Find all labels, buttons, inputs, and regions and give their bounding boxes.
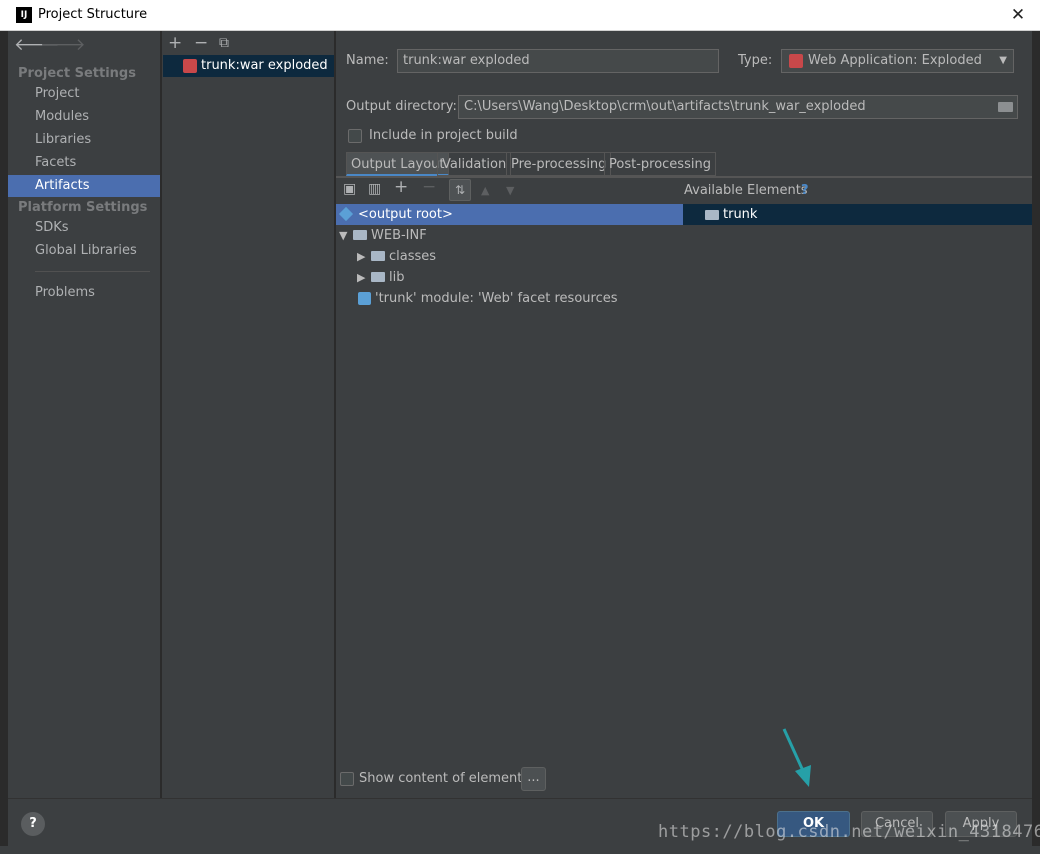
watermark-text: https://blog.csdn.net/weixin_43184769 (658, 822, 1040, 842)
output-directory-value: C:\Users\Wang\Desktop\crm\out\artifacts\… (464, 99, 866, 114)
background-editor-edge (0, 31, 8, 854)
sidebar-item-global-libraries[interactable]: Global Libraries (8, 240, 160, 262)
output-directory-label: Output directory: (346, 99, 457, 114)
artifact-details-panel: Name: trunk:war exploded Type: Web Appli… (336, 31, 1032, 798)
annotation-arrow-icon (782, 728, 811, 787)
web-app-type-icon (789, 54, 803, 68)
sidebar-item-facets[interactable]: Facets (8, 152, 160, 174)
type-select[interactable]: Web Application: Exploded ▼ (781, 49, 1014, 73)
include-in-build-checkbox[interactable] (348, 129, 362, 143)
tree-node-facet-resources-label: 'trunk' module: 'Web' facet resources (375, 291, 618, 306)
tree-node-web-inf[interactable]: ▼ WEB-INF (339, 225, 427, 246)
tab-post-processing[interactable]: Post-processing (604, 152, 716, 176)
background-status-strip (0, 846, 1040, 854)
sidebar-item-project[interactable]: Project (8, 83, 160, 105)
tree-node-output-root[interactable]: <output root> (336, 204, 683, 225)
show-content-label: Show content of elements (359, 771, 530, 786)
web-artifact-icon (183, 59, 197, 73)
output-directory-field[interactable]: C:\Users\Wang\Desktop\crm\out\artifacts\… (458, 95, 1018, 119)
type-label: Type: (738, 53, 773, 68)
name-field[interactable]: trunk:war exploded (397, 49, 719, 73)
show-content-options-button[interactable]: ... (521, 767, 546, 791)
expanded-triangle-icon: ▼ (339, 229, 348, 242)
tree-node-web-inf-label: WEB-INF (371, 228, 427, 243)
tree-node-classes[interactable]: ▶ classes (357, 246, 436, 267)
intellij-logo-icon: IJ (16, 7, 32, 23)
tree-node-output-root-label: <output root> (358, 207, 453, 222)
remove-element-icon[interactable]: − (422, 177, 436, 197)
available-elements-label: Available Elements (684, 183, 808, 198)
add-copy-icon[interactable]: + (394, 177, 408, 197)
browse-folder-icon[interactable] (998, 102, 1013, 112)
sidebar-group-platform-settings: Platform Settings (18, 200, 148, 215)
remove-artifact-icon[interactable]: − (194, 33, 208, 53)
type-select-value: Web Application: Exploded (808, 53, 982, 68)
copy-artifact-icon[interactable]: ⧉ (219, 35, 229, 51)
artifact-list-panel: + − ⧉ trunk:war exploded (162, 31, 335, 798)
move-up-icon[interactable]: ▲ (481, 184, 489, 197)
module-folder-icon (705, 210, 719, 220)
add-artifact-icon[interactable]: + (168, 33, 182, 53)
folder-icon (371, 272, 385, 282)
tab-underline (336, 176, 1032, 178)
sidebar-item-artifacts[interactable]: Artifacts (8, 175, 160, 197)
move-down-icon[interactable]: ▼ (506, 184, 514, 197)
artifact-item-trunk-war-exploded[interactable]: trunk:war exploded (163, 55, 334, 77)
sidebar-divider (35, 271, 150, 272)
settings-sidebar: 🡐 🡒 Project Settings Project Modules Lib… (8, 31, 161, 798)
sidebar-item-sdks[interactable]: SDKs (8, 217, 160, 239)
help-question-icon[interactable]: ? (801, 183, 809, 198)
tree-node-classes-label: classes (389, 249, 437, 264)
collapsed-triangle-icon: ▶ (357, 250, 366, 263)
sort-elements-icon[interactable]: ⇅ (449, 179, 471, 201)
create-directory-icon[interactable]: ▣ (343, 181, 356, 197)
sidebar-item-problems[interactable]: Problems (8, 282, 160, 304)
collapsed-triangle-icon: ▶ (357, 271, 366, 284)
artifact-item-label: trunk:war exploded (201, 58, 328, 73)
facet-resources-icon (358, 292, 371, 305)
create-archive-icon[interactable]: ▥ (368, 181, 381, 197)
title-bar: IJ Project Structure ✕ (0, 0, 1040, 31)
close-button[interactable]: ✕ (1004, 3, 1032, 27)
sidebar-item-libraries[interactable]: Libraries (8, 129, 160, 151)
help-button[interactable]: ? (21, 812, 45, 836)
forward-arrow-icon[interactable]: 🡒 (40, 35, 86, 55)
tree-node-lib[interactable]: ▶ lib (357, 267, 404, 288)
folder-icon (353, 230, 367, 240)
output-root-icon (338, 206, 354, 222)
tab-output-layout[interactable]: Output Layout (346, 152, 450, 176)
tab-validation[interactable]: Validation (437, 152, 512, 176)
available-element-trunk[interactable]: trunk (683, 204, 1032, 225)
tab-pre-processing[interactable]: Pre-processing (506, 152, 612, 176)
sidebar-group-project-settings: Project Settings (18, 66, 136, 81)
chevron-down-icon: ▼ (999, 55, 1007, 66)
window-title: Project Structure (38, 7, 148, 22)
show-content-checkbox[interactable] (340, 772, 354, 786)
tree-node-facet-resources[interactable]: 'trunk' module: 'Web' facet resources (358, 288, 618, 309)
sidebar-item-modules[interactable]: Modules (8, 106, 160, 128)
folder-icon (371, 251, 385, 261)
tree-node-lib-label: lib (389, 270, 405, 285)
include-in-build-label: Include in project build (369, 128, 518, 143)
name-label: Name: (346, 53, 389, 68)
